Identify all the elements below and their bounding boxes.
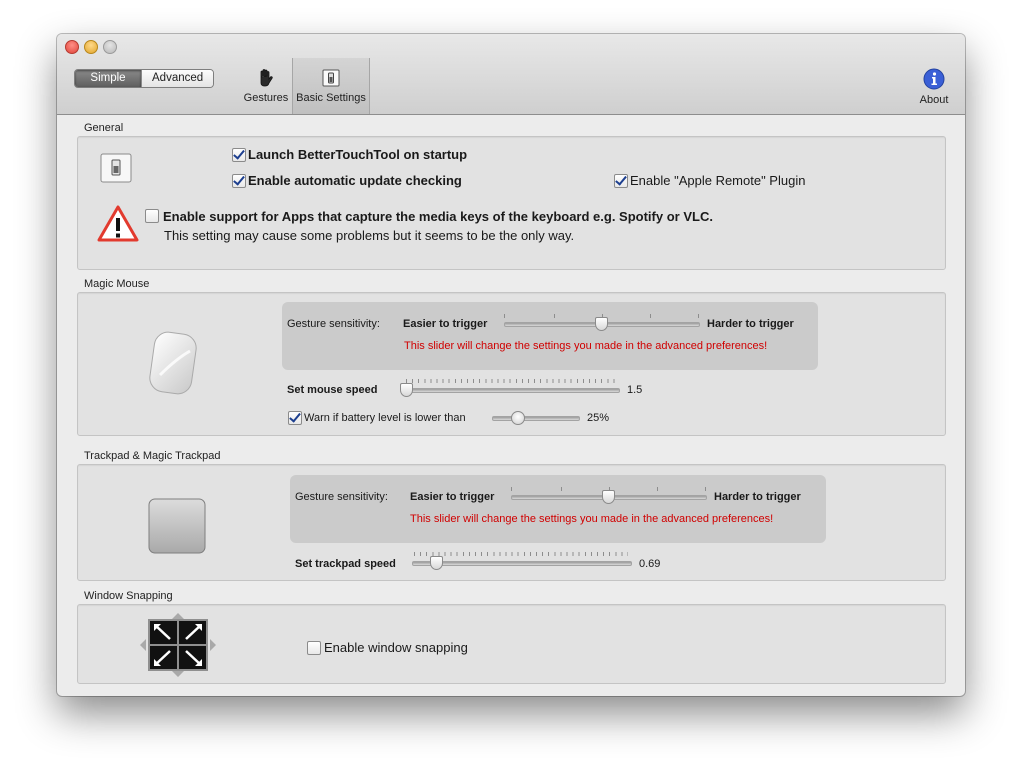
battery-warning-label: Warn if battery level is lower than [304, 412, 466, 424]
window-snapping-box: Enable window snapping [77, 604, 946, 684]
mouse-speed-label: Set mouse speed [287, 384, 378, 396]
magic-mouse-icon [149, 331, 197, 395]
general-section-title: General [84, 122, 124, 134]
mouse-speed-slider-knob[interactable] [400, 383, 413, 397]
mouse-sensitivity-slider-knob[interactable] [595, 317, 608, 331]
simple-mode-button[interactable]: Simple [75, 70, 141, 87]
launch-on-startup-label: Launch BetterTouchTool on startup [248, 147, 468, 162]
trackpad-harder-label: Harder to trigger [714, 491, 801, 503]
launch-on-startup-checkbox[interactable] [232, 148, 246, 162]
media-keys-label: Enable support for Apps that capture the… [163, 209, 713, 224]
trackpad-easier-label: Easier to trigger [410, 491, 495, 503]
switch-icon [322, 69, 340, 87]
slider-tick [650, 314, 651, 318]
apple-remote-checkbox[interactable] [614, 174, 628, 188]
trackpad-sensitivity-label: Gesture sensitivity: [295, 491, 388, 503]
trackpad-speed-ticks [414, 552, 628, 556]
mouse-easier-label: Easier to trigger [403, 318, 488, 330]
battery-level-slider-knob[interactable] [511, 411, 525, 425]
trackpad-speed-slider-knob[interactable] [430, 556, 443, 570]
window-snapping-section-title: Window Snapping [84, 590, 173, 602]
switch-icon [100, 153, 132, 183]
media-keys-note: This setting may cause some problems but… [164, 228, 575, 243]
mouse-speed-ticks [406, 379, 619, 383]
advanced-mode-button[interactable]: Advanced [141, 70, 214, 87]
info-icon [923, 68, 945, 90]
warning-icon [97, 205, 139, 242]
mouse-sensitivity-label: Gesture sensitivity: [287, 318, 380, 330]
slider-tick [504, 314, 505, 318]
magic-mouse-box: Gesture sensitivity: Easier to trigger H… [77, 292, 946, 436]
slider-tick [554, 314, 555, 318]
trackpad-speed-value: 0.69 [639, 558, 661, 570]
close-button[interactable] [65, 40, 79, 54]
mouse-harder-label: Harder to trigger [707, 318, 794, 330]
zoom-button[interactable] [103, 40, 117, 54]
trackpad-sensitivity-slider-knob[interactable] [602, 490, 615, 504]
battery-level-value: 25% [587, 412, 610, 424]
window-snapping-icon [140, 613, 216, 677]
minimize-button[interactable] [84, 40, 98, 54]
battery-level-track[interactable] [492, 416, 580, 421]
slider-tick [657, 487, 658, 491]
window-snapping-checkbox[interactable] [307, 641, 321, 655]
toolbar-about[interactable]: About [912, 58, 956, 114]
toolbar-gestures-label: Gestures [243, 92, 289, 104]
toolbar-about-label: About [919, 94, 949, 106]
titlebar: Simple Advanced Gestures Basic Settings [57, 34, 965, 115]
battery-warning-checkbox[interactable] [288, 411, 302, 425]
trackpad-speed-label: Set trackpad speed [295, 558, 396, 570]
trackpad-warning-text: This slider will change the settings you… [410, 513, 774, 525]
slider-tick [698, 314, 699, 318]
mouse-speed-value: 1.5 [627, 384, 643, 396]
toolbar-gestures[interactable]: Gestures [241, 58, 291, 114]
toolbar-basic-settings-label: Basic Settings [296, 92, 366, 104]
auto-update-label: Enable automatic update checking [248, 173, 462, 188]
trackpad-icon [148, 498, 206, 554]
slider-tick [511, 487, 512, 491]
trackpad-speed-track[interactable] [412, 561, 632, 566]
apple-remote-label: Enable "Apple Remote" Plugin [630, 173, 806, 188]
preferences-window: Simple Advanced Gestures Basic Settings [57, 34, 965, 696]
general-box: Launch BetterTouchTool on startup Enable… [77, 136, 946, 270]
slider-tick [705, 487, 706, 491]
slider-tick [561, 487, 562, 491]
media-keys-checkbox[interactable] [145, 209, 159, 223]
window-snapping-label: Enable window snapping [324, 640, 468, 655]
trackpad-sensitivity-panel [290, 475, 826, 543]
auto-update-checkbox[interactable] [232, 174, 246, 188]
toolbar-basic-settings[interactable]: Basic Settings [292, 58, 370, 114]
magic-mouse-section-title: Magic Mouse [84, 278, 150, 290]
trackpad-section-title: Trackpad & Magic Trackpad [84, 450, 221, 462]
mouse-sensitivity-panel [282, 302, 818, 370]
hand-icon [260, 69, 273, 87]
mode-segmented-control: Simple Advanced [74, 69, 215, 88]
mouse-speed-track[interactable] [402, 388, 620, 393]
trackpad-box: Gesture sensitivity: Easier to trigger H… [77, 464, 946, 581]
mouse-warning-text: This slider will change the settings you… [404, 340, 768, 352]
